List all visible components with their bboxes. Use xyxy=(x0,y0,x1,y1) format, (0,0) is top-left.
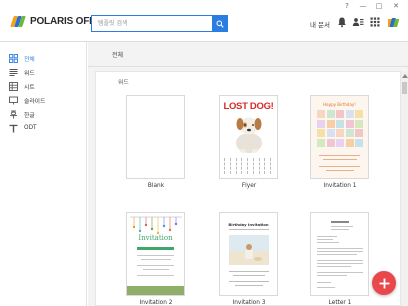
profile-avatar-icon[interactable] xyxy=(388,17,400,28)
sidebar-item-sheet[interactable]: 시트 xyxy=(0,79,86,93)
search-button[interactable] xyxy=(212,15,228,32)
template-card-invitation-2[interactable]: Invitation xyxy=(126,212,185,296)
scroll-up-arrow-icon[interactable] xyxy=(402,74,408,78)
sidebar: 전체 워드 시트 슬라이드 한글 ODT xyxy=(0,42,87,306)
top-bar: POLARIS OFFICE ? — □ ✕ 내 문서 xyxy=(0,0,408,42)
hangul-icon xyxy=(10,110,17,118)
template-label: Invitation 1 xyxy=(323,183,357,189)
sidebar-item-word[interactable]: 워드 xyxy=(0,65,86,79)
sidebar-item-hangul[interactable]: 한글 xyxy=(0,107,86,121)
invitation-3-thumb-title: Birthday Invitation xyxy=(228,222,269,227)
sidebar-item-all[interactable]: 전체 xyxy=(0,51,86,65)
invitation-2-thumb-title: Invitation xyxy=(138,234,173,242)
dog-photo-image xyxy=(236,117,262,153)
section-title: 워드 xyxy=(118,80,129,86)
all-grid-icon xyxy=(9,53,18,63)
template-label: Invitation 2 xyxy=(139,300,173,306)
sidebar-item-label: 슬라이드 xyxy=(24,98,46,105)
breadcrumb-current: 전체 xyxy=(112,52,124,59)
new-document-button[interactable] xyxy=(372,271,396,295)
my-documents-link[interactable]: 내 문서 xyxy=(310,19,330,29)
scroll-thumb[interactable] xyxy=(402,82,407,94)
template-label: Flyer xyxy=(241,183,257,189)
user-group-icon[interactable] xyxy=(352,16,364,28)
invitation-1-thumb-title: Happy Birthday! xyxy=(323,102,356,107)
slide-icon xyxy=(9,96,18,104)
polaris-office-window: POLARIS OFFICE ? — □ ✕ 내 문서 xyxy=(0,0,408,306)
template-panel: 워드 Blank LOST DOG! Flyer Happy Birthday!… xyxy=(95,71,401,306)
odt-icon xyxy=(9,124,18,132)
plus-icon xyxy=(379,278,389,288)
flyer-tear-tabs xyxy=(224,158,273,174)
beach-photo-image xyxy=(229,235,269,265)
minimize-button[interactable]: — xyxy=(357,2,369,10)
template-card-blank[interactable] xyxy=(126,95,185,179)
bell-icon[interactable] xyxy=(336,16,348,28)
maximize-button[interactable]: □ xyxy=(373,2,385,10)
template-card-letter-1[interactable] xyxy=(310,212,369,296)
template-search-input[interactable] xyxy=(92,16,212,31)
search-icon xyxy=(216,20,224,28)
apps-grid-icon[interactable] xyxy=(369,16,381,28)
vertical-scrollbar[interactable] xyxy=(401,72,408,306)
sidebar-item-slide[interactable]: 슬라이드 xyxy=(0,93,86,107)
sidebar-item-label: 전체 xyxy=(24,56,35,63)
polaris-logo-icon xyxy=(10,16,26,27)
template-search-box xyxy=(91,15,228,32)
template-label: Blank xyxy=(147,183,165,189)
sidebar-item-label: 시트 xyxy=(24,84,35,91)
template-label: Letter 1 xyxy=(328,300,352,306)
sheet-icon xyxy=(9,81,18,91)
breadcrumb: 전체 xyxy=(88,42,408,67)
close-button[interactable]: ✕ xyxy=(390,2,402,10)
template-card-invitation-3[interactable]: Birthday Invitation xyxy=(219,212,278,296)
template-card-invitation-1[interactable]: Happy Birthday! xyxy=(310,95,369,179)
flyer-thumb-title: LOST DOG! xyxy=(223,101,274,112)
sidebar-item-odt[interactable]: ODT xyxy=(0,121,86,135)
word-icon xyxy=(9,68,18,76)
sidebar-item-label: 한글 xyxy=(24,112,35,119)
invitation-1-pattern xyxy=(317,110,363,147)
main-content: 전체 워드 Blank LOST DOG! Flyer Happy Birthd… xyxy=(88,42,408,306)
sidebar-item-label: ODT xyxy=(24,125,37,131)
bunting-decoration xyxy=(130,216,182,235)
sidebar-item-label: 워드 xyxy=(24,70,35,77)
help-button[interactable]: ? xyxy=(341,2,353,10)
template-card-flyer[interactable]: LOST DOG! xyxy=(219,95,278,179)
template-label: Invitation 3 xyxy=(232,300,266,306)
